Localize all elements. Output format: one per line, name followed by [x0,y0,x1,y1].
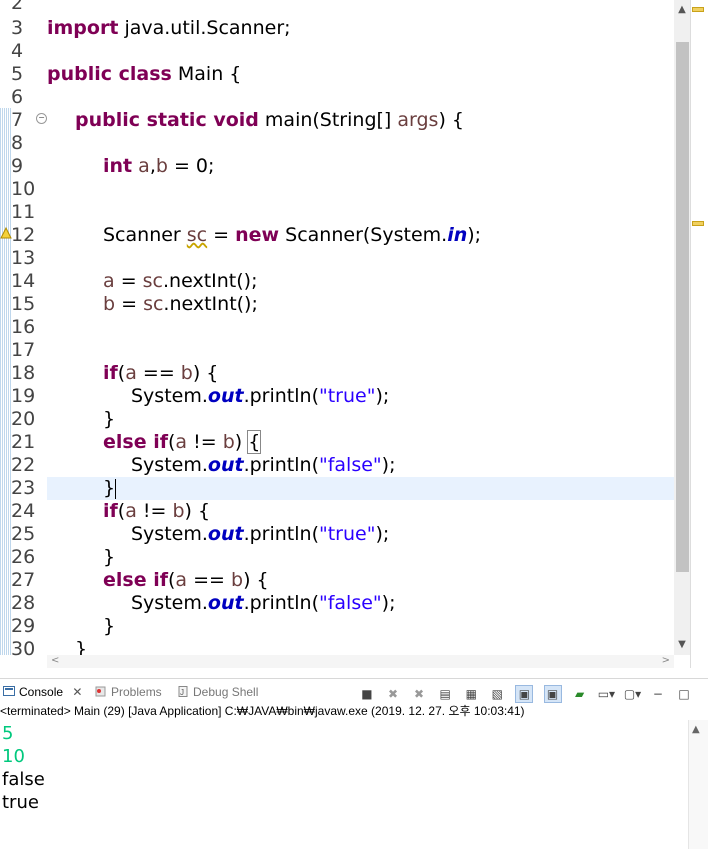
remove-launch-icon[interactable]: ✖ [385,686,401,702]
close-icon[interactable]: ✕ [72,685,82,699]
code-line: if(a == b) { [103,362,219,384]
remove-all-launches-icon[interactable]: ✖ [411,686,427,702]
scroll-up-icon[interactable]: ▲ [674,2,690,18]
line-number: 27 [11,569,36,591]
line-number: 2 [11,0,24,14]
line-number: 18 [11,362,36,384]
console-output-line: false [2,769,45,790]
scroll-down-icon[interactable]: ▼ [674,637,690,653]
code-editor[interactable]: 2 3 4 5 6 7 8 9 10 11 12 13 14 15 16 17 … [0,0,708,668]
tab-debug-shell[interactable]: J Debug Shell [177,682,258,702]
line-number: 10 [11,178,36,200]
overview-warning-marker[interactable] [692,221,704,226]
line-number: 29 [11,615,36,637]
line-number: 14 [11,270,36,292]
line-number: 6 [11,86,24,108]
console-tab-bar: Console ✕ Problems J Debug Shell ■ ✖ ✖ ▤ … [0,678,708,703]
open-console-icon[interactable]: ▢▾ [624,686,641,702]
scroll-right-icon[interactable]: > [662,655,670,666]
tab-console[interactable]: Console ✕ [3,682,82,702]
code-area[interactable]: import java.util.Scanner; public class M… [47,0,674,660]
overview-ruler[interactable] [690,0,708,668]
svg-text:J: J [180,688,184,697]
display-console-icon[interactable]: ▭▾ [598,686,615,702]
line-number: 25 [11,523,36,545]
code-line: } [103,615,116,637]
code-line: else if(a != b) { [103,430,262,454]
console-input-line: 10 [2,746,25,767]
code-line: public static void main(String[] args) { [75,109,465,131]
code-line: import java.util.Scanner; [47,17,291,39]
show-on-stderr-icon[interactable]: ▣ [543,684,562,703]
line-number: 9 [11,155,24,177]
line-number: 28 [11,592,36,614]
tab-problems[interactable]: Problems [95,682,162,702]
line-number: 5 [11,63,24,85]
code-line: public class Main { [47,63,242,85]
horizontal-scrollbar[interactable]: < > [47,655,674,668]
line-number: 19 [11,385,36,407]
warning-icon [0,227,12,239]
show-on-stdout-icon[interactable]: ▣ [515,684,534,703]
line-number: 17 [11,339,36,361]
line-number: 26 [11,546,36,568]
line-number: 24 [11,500,36,522]
code-line: b = sc.nextInt(); [103,293,258,315]
line-number: 4 [11,40,24,62]
line-number: 8 [11,132,24,154]
line-number: 21 [11,431,36,453]
code-line-current: } [103,477,117,499]
word-wrap-icon[interactable]: ▧ [489,686,505,702]
minimize-icon[interactable]: − [650,686,666,702]
code-line: a = sc.nextInt(); [103,270,258,292]
code-line: Scanner sc = new Scanner(System.in); [103,224,482,246]
code-line: if(a != b) { [103,500,211,522]
code-line: } [103,408,116,430]
code-line: int a,b = 0; [103,155,215,177]
code-line: } [103,546,116,568]
console-status: <terminated> Main (29) [Java Application… [0,704,525,718]
console-scrollbar[interactable] [688,720,708,849]
console-icon [3,683,15,696]
line-number: 23 [11,477,36,499]
vertical-scroll-thumb[interactable] [676,42,689,572]
matching-bracket: { [247,430,262,454]
code-line: else if(a == b) { [103,569,269,591]
code-line: System.out.println("false"); [131,454,396,476]
fold-toggle-icon[interactable]: − [36,113,47,124]
line-number: 3 [11,17,24,39]
console-scroll-up-icon[interactable]: ▲ [692,724,700,735]
pin-console-icon[interactable]: ▰ [572,686,588,702]
line-number: 16 [11,316,36,338]
maximize-icon[interactable]: □ [676,686,692,702]
line-number: 12 [11,224,36,246]
line-number: 13 [11,247,36,269]
keyword: import [47,17,119,39]
scroll-left-icon[interactable]: < [51,655,59,666]
code-line: System.out.println("true"); [131,385,390,407]
change-ruler [0,108,11,655]
scroll-lock-icon[interactable]: ▦ [463,686,479,702]
console-toolbar: ■ ✖ ✖ ▤ ▦ ▧ ▣ ▣ ▰ ▭▾ ▢▾ − □ [354,683,692,703]
debug-shell-icon: J [177,683,189,697]
line-number: 30 [11,638,36,660]
line-number: 20 [11,408,36,430]
console-input-line: 5 [2,723,14,744]
text-caret [115,478,117,499]
problems-icon [95,683,107,697]
line-number: 7 [11,109,24,131]
code-line: System.out.println("false"); [131,592,396,614]
terminate-icon[interactable]: ■ [359,686,375,702]
console-output[interactable]: 5 10 false true [0,720,688,849]
code-line: System.out.println("true"); [131,523,390,545]
clear-console-icon[interactable]: ▤ [437,686,453,702]
line-number: 15 [11,293,36,315]
overview-warning-marker[interactable] [692,7,704,12]
line-number: 11 [11,201,36,223]
console-output-line: true [2,792,39,813]
line-number: 22 [11,454,36,476]
